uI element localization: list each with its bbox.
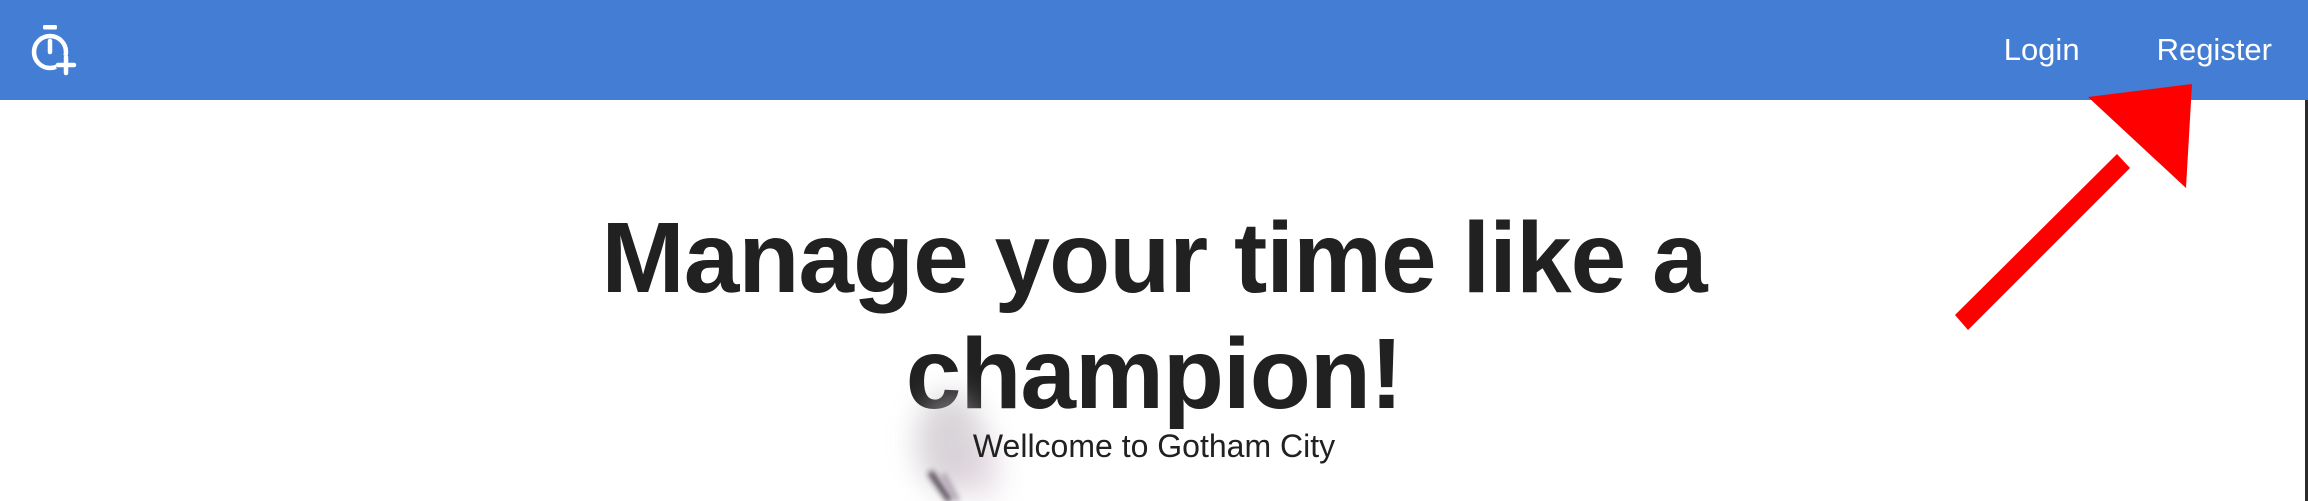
- register-link[interactable]: Register: [2157, 32, 2272, 68]
- hero-subtitle: Wellcome to Gotham City: [972, 428, 1336, 464]
- navbar: Login Register: [0, 0, 2308, 100]
- hero-title-line-2: champion!: [905, 318, 1404, 430]
- page: Login Register Manage your time like a c…: [0, 0, 2308, 501]
- nav-links: Login Register: [1927, 0, 2272, 100]
- login-link[interactable]: Login: [2004, 32, 2080, 68]
- hero-title-line-1: Manage your time like a: [601, 202, 1707, 314]
- hero-title: Manage your time like a champion!: [0, 200, 2308, 432]
- stopwatch-plus-icon[interactable]: [30, 22, 80, 78]
